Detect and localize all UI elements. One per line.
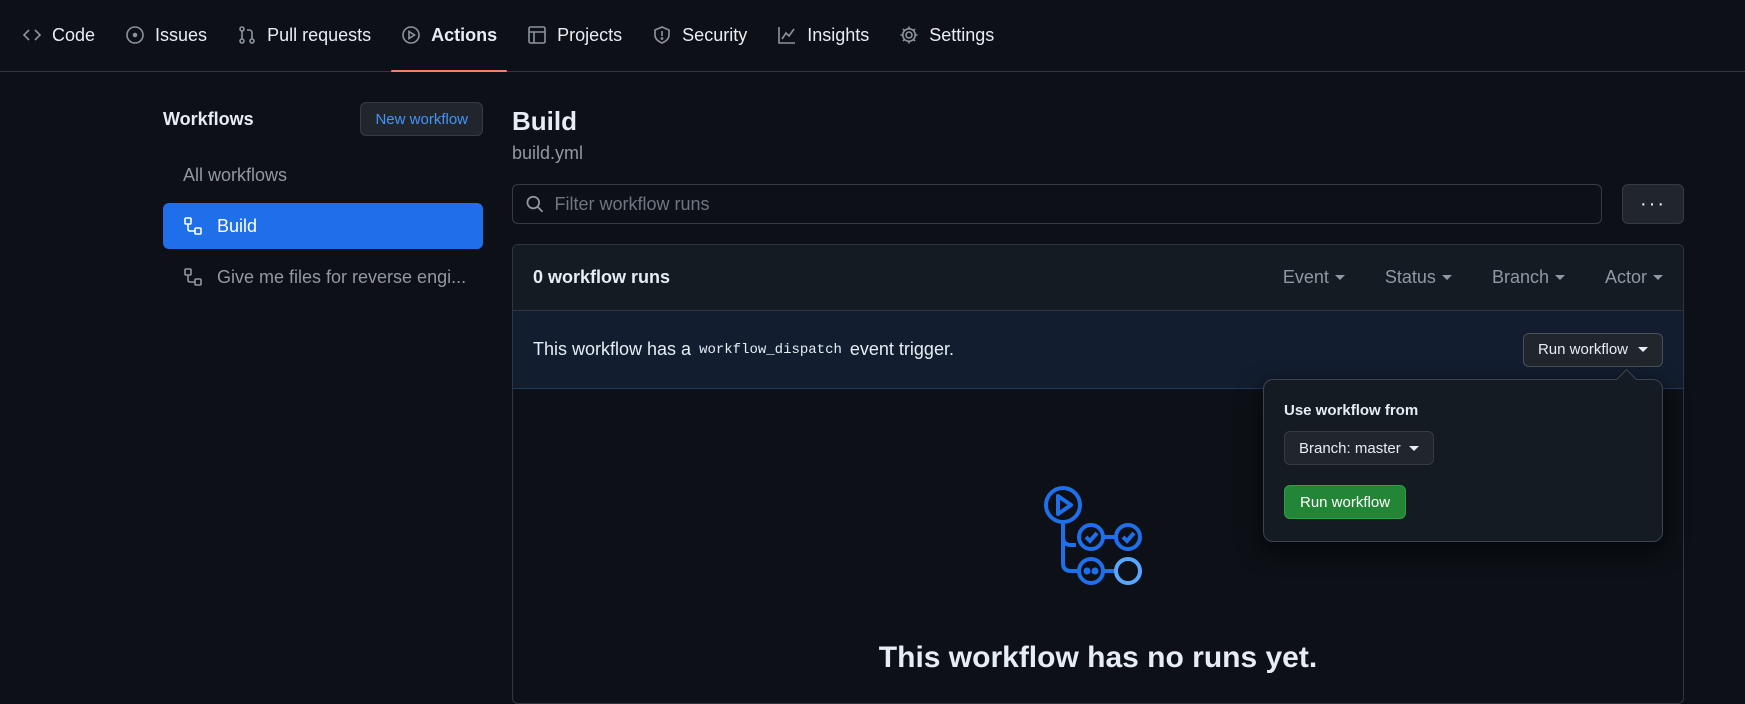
page-title: Build	[512, 106, 577, 136]
tab-label: Code	[52, 24, 96, 45]
sidebar-title: Workflows	[163, 108, 254, 129]
use-workflow-from-label: Use workflow from	[1284, 402, 1419, 419]
tab-projects[interactable]: Projects	[517, 0, 632, 71]
tab-issues[interactable]: Issues	[115, 0, 217, 71]
filter-label: Status	[1384, 267, 1436, 287]
chevron-down-icon	[1653, 275, 1663, 280]
new-workflow-button[interactable]: New workflow	[360, 102, 483, 136]
sidebar-header: Workflows New workflow	[163, 96, 483, 152]
tab-label: Security	[682, 24, 748, 45]
sidebar-item-all-workflows[interactable]: All workflows	[163, 152, 483, 198]
filter-row: ···	[512, 184, 1684, 224]
status-filter[interactable]: Status	[1385, 267, 1452, 288]
chevron-down-icon	[1638, 347, 1648, 352]
workflows-sidebar: Workflows New workflow All workflows Bui…	[163, 96, 483, 305]
dispatch-code: workflow_dispatch	[699, 341, 842, 358]
workflow-illustration-icon	[1044, 486, 1142, 585]
branch-select-label: Branch: master	[1299, 439, 1401, 457]
branch-filter[interactable]: Branch	[1492, 267, 1565, 288]
filter-box	[512, 184, 1602, 224]
sidebar-item-label: Build	[217, 215, 258, 236]
code-icon	[22, 29, 42, 41]
dispatch-text-suffix: event trigger.	[849, 339, 954, 359]
workflow-icon	[184, 268, 202, 286]
workflow-icon	[184, 217, 202, 235]
runs-count: 0 workflow runs	[533, 267, 671, 287]
git-pull-request-icon	[239, 26, 255, 44]
tab-label: Issues	[155, 24, 208, 45]
sidebar-item-label: Give me files for reverse engi...	[217, 266, 467, 287]
actor-filter[interactable]: Actor	[1605, 267, 1663, 288]
dispatch-banner: This workflow has a workflow_dispatch ev…	[513, 311, 1683, 389]
search-icon	[526, 195, 544, 213]
issue-opened-icon	[126, 26, 144, 44]
branch-select-button[interactable]: Branch: master	[1284, 431, 1434, 465]
chevron-down-icon	[1408, 445, 1419, 451]
chevron-down-icon	[1554, 275, 1565, 280]
run-workflow-dropdown: Use workflow from Branch: master Run wor…	[1263, 379, 1663, 542]
sidebar-item-build[interactable]: Build	[163, 203, 483, 249]
workflow-filename[interactable]: build.yml	[512, 143, 1684, 164]
filter-label: Actor	[1604, 267, 1647, 287]
gear-icon	[900, 26, 918, 44]
tab-label: Settings	[929, 24, 995, 45]
event-filter[interactable]: Event	[1283, 267, 1345, 288]
filter-label: Branch	[1491, 267, 1549, 287]
repo-nav: Code Issues Pull requests Actions Projec…	[0, 0, 1745, 72]
table-icon	[528, 26, 546, 44]
shield-icon	[654, 26, 670, 44]
sidebar-item-reverse-engineering[interactable]: Give me files for reverse engi...	[163, 254, 483, 300]
filter-label: Event	[1282, 267, 1329, 287]
chevron-down-icon	[1441, 275, 1452, 280]
tab-actions[interactable]: Actions	[391, 0, 508, 72]
dispatch-text-prefix: This workflow has a	[533, 339, 692, 359]
more-options-button[interactable]: ···	[1622, 184, 1684, 224]
tab-settings[interactable]: Settings	[889, 0, 1004, 71]
tab-security[interactable]: Security	[642, 0, 757, 71]
play-icon	[402, 26, 420, 44]
sidebar-item-label: All workflows	[183, 164, 288, 185]
runs-header: 0 workflow runs Event Status Branch Acto…	[513, 245, 1683, 311]
tab-code[interactable]: Code	[12, 0, 105, 71]
graph-icon	[778, 27, 796, 44]
run-workflow-label: Run workflow	[1537, 341, 1628, 358]
filter-workflow-runs-input[interactable]	[554, 193, 1601, 215]
tab-insights[interactable]: Insights	[767, 0, 879, 71]
run-workflow-toggle-button[interactable]: Run workflow	[1522, 332, 1663, 367]
tab-label: Pull requests	[267, 24, 372, 45]
run-workflow-button[interactable]: Run workflow	[1284, 485, 1407, 519]
empty-state-title: This workflow has no runs yet.	[878, 641, 1318, 674]
tab-label: Projects	[557, 24, 623, 45]
chevron-down-icon	[1334, 275, 1345, 280]
tab-label: Insights	[807, 24, 870, 45]
tab-pull-requests[interactable]: Pull requests	[227, 0, 381, 71]
tab-label: Actions	[431, 24, 498, 45]
